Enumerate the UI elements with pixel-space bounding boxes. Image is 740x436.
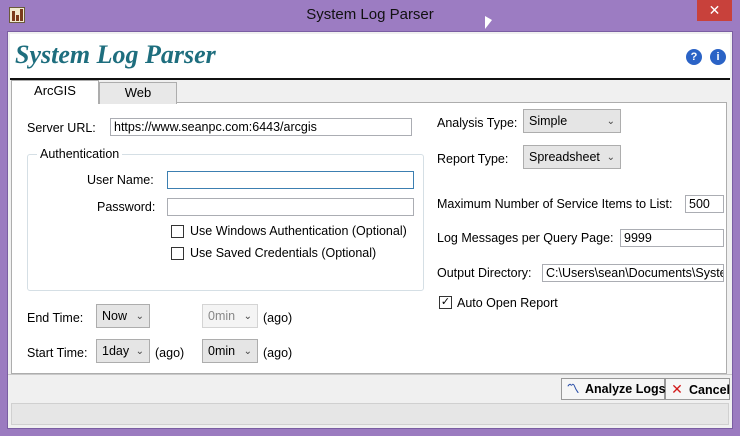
report-type-label: Report Type: — [437, 152, 509, 166]
start-time-select[interactable]: 1day ⌄ — [96, 339, 150, 363]
start-time-value: 1day — [102, 344, 130, 358]
saved-credentials-checkbox[interactable] — [171, 247, 184, 260]
server-url-label: Server URL: — [27, 121, 96, 135]
end-time-label: End Time: — [27, 311, 84, 325]
analysis-type-label: Analysis Type: — [437, 116, 518, 130]
arcgis-tab-panel: Server URL: https://www.seanpc.com:6443/… — [11, 102, 727, 374]
report-type-select[interactable]: Spreadsheet ⌄ — [523, 145, 621, 169]
password-input[interactable] — [167, 198, 414, 216]
server-url-input[interactable]: https://www.seanpc.com:6443/arcgis — [110, 118, 412, 136]
windows-auth-label[interactable]: Use Windows Authentication (Optional) — [190, 224, 407, 238]
report-type-value: Spreadsheet — [529, 150, 600, 164]
client-area: System Log Parser ? i Server URL: https:… — [7, 31, 733, 429]
chevron-down-icon: ⌄ — [606, 152, 615, 163]
analyze-logs-label: Analyze Logs — [585, 382, 666, 396]
cancel-button[interactable]: ✕ Cancel — [665, 378, 730, 400]
start-time-label: Start Time: — [27, 346, 88, 360]
end-time-value: Now — [102, 309, 128, 323]
end-offset-select[interactable]: 0min ⌄ — [202, 304, 258, 328]
status-bar — [11, 403, 729, 425]
windows-auth-checkbox[interactable] — [171, 225, 184, 238]
header-banner: System Log Parser ? i — [10, 34, 730, 80]
chart-line-icon: 〽 — [566, 382, 580, 396]
title-bar[interactable]: System Log Parser ✕ — [0, 0, 740, 31]
analysis-type-value: Simple — [529, 114, 568, 128]
help-icon[interactable]: ? — [686, 49, 702, 65]
log-per-page-input[interactable]: 9999 — [620, 229, 724, 247]
authentication-group-title: Authentication — [37, 147, 123, 161]
auto-open-checkbox[interactable]: ✓ — [439, 296, 452, 309]
info-icon[interactable]: i — [710, 49, 726, 65]
chevron-down-icon: ⌄ — [135, 311, 144, 322]
close-button[interactable]: ✕ — [697, 0, 732, 21]
saved-credentials-label[interactable]: Use Saved Credentials (Optional) — [190, 246, 376, 260]
max-items-label: Maximum Number of Service Items to List: — [437, 197, 673, 211]
cancel-label: Cancel — [689, 383, 730, 397]
start-ago-label: (ago) — [155, 346, 185, 360]
start-offset-select[interactable]: 0min ⌄ — [202, 339, 258, 363]
tab-web[interactable]: Web — [99, 82, 177, 104]
close-icon: ✕ — [671, 381, 683, 397]
analyze-logs-button[interactable]: 〽 Analyze Logs — [561, 378, 666, 400]
mouse-cursor-icon — [485, 16, 492, 29]
chevron-down-icon: ⌄ — [243, 346, 252, 357]
end-offset-value: 0min — [208, 309, 236, 323]
username-input[interactable] — [167, 171, 414, 189]
max-items-input[interactable]: 500 — [685, 195, 724, 213]
username-label: User Name: — [87, 173, 154, 187]
chevron-down-icon: ⌄ — [243, 311, 252, 322]
divider — [8, 374, 732, 375]
chevron-down-icon: ⌄ — [135, 346, 144, 357]
banner-title: System Log Parser — [15, 40, 216, 69]
output-directory-input[interactable]: C:\Users\sean\Documents\System — [542, 264, 724, 282]
password-label: Password: — [97, 200, 156, 214]
end-ago-label: (ago) — [263, 311, 293, 325]
end-time-select[interactable]: Now ⌄ — [96, 304, 150, 328]
analysis-type-select[interactable]: Simple ⌄ — [523, 109, 621, 133]
auto-open-label[interactable]: Auto Open Report — [457, 296, 558, 310]
log-per-page-label: Log Messages per Query Page: — [437, 231, 614, 245]
output-directory-label: Output Directory: — [437, 266, 532, 280]
chevron-down-icon: ⌄ — [606, 116, 615, 127]
app-window: System Log Parser ✕ System Log Parser ? … — [0, 0, 740, 436]
start-offset-ago-label: (ago) — [263, 346, 293, 360]
start-offset-value: 0min — [208, 344, 236, 358]
tab-arcgis[interactable]: ArcGIS — [11, 80, 99, 104]
window-title: System Log Parser — [306, 6, 434, 23]
